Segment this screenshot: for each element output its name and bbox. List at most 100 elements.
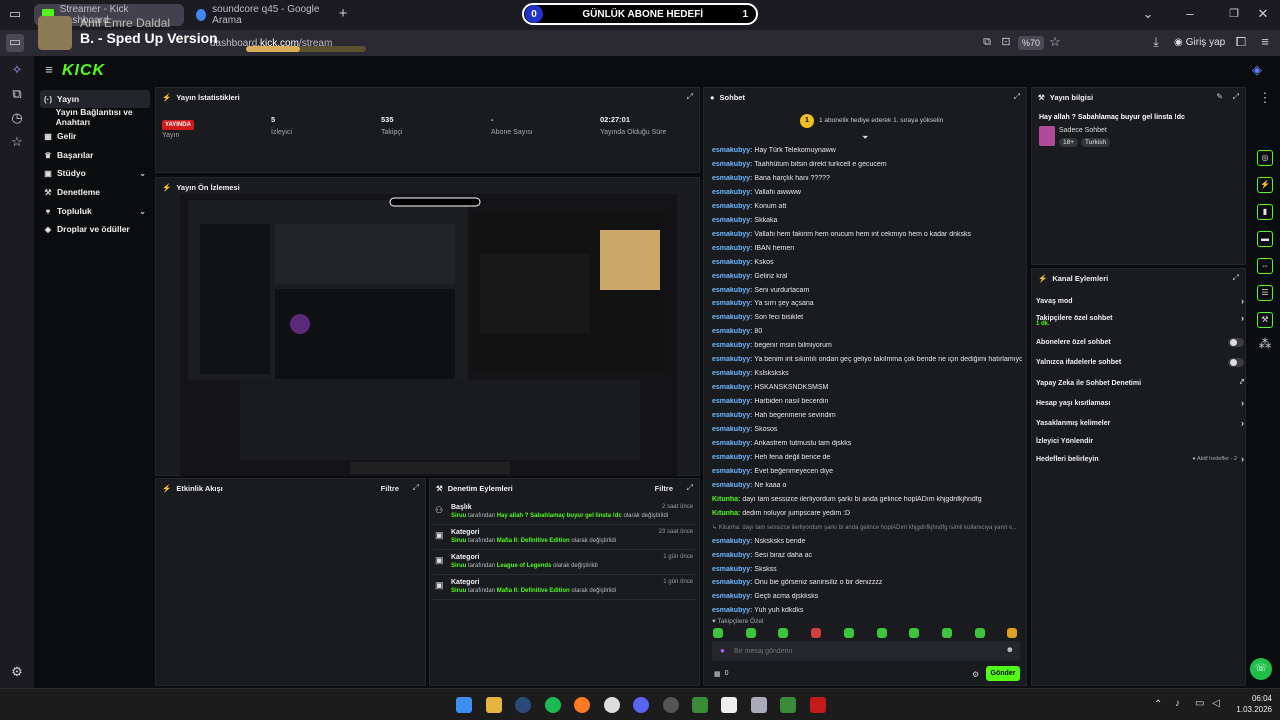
chat-username[interactable]: esmakubyy: — [712, 259, 752, 266]
chat-message[interactable]: esmakubyy: Nsksksks bende — [712, 538, 1022, 545]
chat-username[interactable]: esmakubyy: — [712, 175, 752, 182]
chat-username[interactable]: esmakubyy: — [712, 454, 752, 461]
chat-username[interactable]: esmakubyy: — [712, 468, 752, 475]
emote-icon[interactable] — [713, 628, 723, 638]
chat-input-box[interactable]: ● ☻ — [712, 641, 1020, 661]
chat-username[interactable]: esmakubyy: — [712, 314, 752, 321]
sidebar-item-gelir[interactable]: ▦ Gelir — [40, 127, 150, 145]
chat-username[interactable]: esmakubyy: — [712, 217, 752, 224]
chat-message[interactable]: esmakubyy: Hah begenmene sevindim — [712, 412, 1022, 419]
close-window-icon[interactable]: ✕ — [1254, 6, 1272, 24]
expand-icon[interactable]: ⤢ — [1014, 92, 1020, 102]
sidebar-item-yayin[interactable]: (·) Yayın — [40, 90, 150, 108]
more-vertical-icon[interactable]: ⋮ — [1256, 90, 1274, 108]
chat-message[interactable]: esmakubyy: Taahhütum bitsin direkt turkc… — [712, 161, 1022, 168]
chat-message[interactable]: esmakubyy: Sesi biraz daha ac — [712, 552, 1022, 559]
chat-username[interactable]: esmakubyy: — [712, 245, 752, 252]
chat-username[interactable]: esmakubyy: — [712, 440, 752, 447]
tray-overflow-icon[interactable]: ⌃ — [1154, 699, 1162, 710]
chat-message[interactable]: esmakubyy: Skskss — [712, 566, 1022, 573]
chat-message[interactable]: esmakubyy: Onu bie görseniz sanirisiliz … — [712, 579, 1022, 586]
sidebar-item-droplar[interactable]: ◆ Droplar ve ödüller — [40, 220, 150, 238]
chat-username[interactable]: Kitunha: — [712, 510, 740, 517]
kick-app-icon[interactable] — [692, 697, 708, 713]
profile-avatar-icon[interactable]: ◈ — [1248, 62, 1266, 80]
chat-message[interactable]: esmakubyy: Heh fena değil bence de — [712, 454, 1022, 461]
chat-username[interactable]: esmakubyy: — [712, 161, 752, 168]
chat-message[interactable]: esmakubyy: Ya sırrı şey açsana — [712, 300, 1022, 307]
toggle-switch[interactable] — [1228, 357, 1244, 367]
ai-sparkle-icon[interactable]: ✧ — [8, 62, 26, 80]
emote-icon[interactable] — [745, 628, 756, 638]
expand-icon[interactable]: ⤢ — [687, 92, 693, 102]
emote-icon[interactable] — [941, 628, 952, 638]
screenshot-icon[interactable]: ⊡ — [997, 34, 1015, 52]
chat-message[interactable]: esmakubyy: Ne kaaa o — [712, 482, 1022, 489]
activity-filter-button[interactable]: Filtre — [381, 484, 399, 493]
quick-action-raid-icon[interactable]: ◎ — [1257, 150, 1273, 166]
chat-message[interactable]: esmakubyy: Kslsksksks — [712, 370, 1022, 377]
kick-logo[interactable]: KICK — [62, 62, 105, 80]
send-button[interactable]: Gönder — [986, 666, 1020, 681]
steam-icon[interactable] — [515, 697, 531, 713]
add-quick-action-icon[interactable]: ⁂ — [1256, 336, 1274, 354]
mic-icon[interactable]: ● — [720, 646, 725, 655]
discord-icon[interactable] — [633, 697, 649, 713]
chat-username[interactable]: esmakubyy: — [712, 370, 752, 377]
chat-message-input[interactable] — [734, 644, 994, 658]
emoji-icon[interactable]: ☻ — [1006, 645, 1014, 654]
chat-message[interactable]: esmakubyy: Son feci bisiklet — [712, 314, 1022, 321]
chat-message[interactable]: esmakubyy: Bana harçlık hani ????? — [712, 175, 1022, 182]
mod-entry-user[interactable]: Siruu — [451, 563, 466, 569]
game-icon[interactable] — [810, 697, 826, 713]
picture-in-picture-icon[interactable]: ⧉ — [978, 34, 996, 52]
chat-username[interactable]: esmakubyy: — [712, 538, 752, 545]
channel-action-row[interactable]: Yasaklanmış kelimeler › — [1036, 418, 1244, 428]
chat-username[interactable]: esmakubyy: — [712, 398, 752, 405]
chat-username[interactable]: esmakubyy: — [712, 384, 752, 391]
chat-username[interactable]: esmakubyy: — [712, 147, 752, 154]
file-explorer-icon[interactable] — [486, 697, 502, 713]
chat-message[interactable]: esmakubyy: Skosos — [712, 426, 1022, 433]
modlog-filter-button[interactable]: Filtre — [655, 484, 673, 493]
chat-username[interactable]: esmakubyy: — [712, 287, 752, 294]
chat-username[interactable]: esmakubyy: — [712, 189, 752, 196]
chat-username[interactable]: esmakubyy: — [712, 566, 752, 573]
tab-list-icon[interactable]: ▭ — [6, 6, 24, 24]
start-menu-icon[interactable] — [456, 697, 472, 713]
chat-message[interactable]: esmakubyy: Harbiden nasıl becerdin — [712, 398, 1022, 405]
bookmark-star-icon[interactable]: ☆ — [1046, 34, 1064, 52]
emote-icon[interactable] — [909, 628, 920, 638]
chat-message[interactable]: esmakubyy: Hay Türk Telekomuynaww — [712, 147, 1022, 154]
channel-action-row[interactable]: Abonelere özel sohbet — [1036, 337, 1244, 347]
downloads-icon[interactable]: ⤓ — [1147, 34, 1165, 52]
volume-icon[interactable]: ◁ — [1212, 698, 1220, 709]
channel-action-row[interactable]: İzleyici Yönlendir — [1036, 436, 1244, 446]
chat-username[interactable]: esmakubyy: — [712, 552, 752, 559]
chat-username[interactable]: esmakubyy: — [712, 482, 752, 489]
display-icon[interactable]: ▭ — [1195, 698, 1204, 709]
zoom-level[interactable]: %70 — [1018, 36, 1045, 50]
channel-action-row[interactable]: Yalnızca ifadelerle sohbet — [1036, 357, 1244, 367]
toggle-switch[interactable] — [1228, 337, 1244, 347]
app-icon[interactable] — [663, 697, 679, 713]
channel-action-row[interactable]: Hedefleri belirleyin ● Aktif hedefler - 2… — [1036, 454, 1244, 464]
obs-icon[interactable] — [604, 697, 620, 713]
channel-action-row[interactable]: Hesap yaşı kısıtlaması › — [1036, 398, 1244, 408]
expand-icon[interactable]: ⤢ — [413, 483, 419, 493]
sidebar-item-topluluk[interactable]: ♥ Topluluk ⌄ — [40, 202, 150, 220]
chat-username[interactable]: esmakubyy: — [712, 203, 752, 210]
chat-username[interactable]: esmakubyy: — [712, 300, 752, 307]
chat-username[interactable]: esmakubyy: — [712, 579, 752, 586]
history-icon[interactable]: ◷ — [8, 110, 26, 128]
bookmarks-icon[interactable]: ☆ — [8, 134, 26, 152]
expand-icon[interactable]: ⤢ — [1233, 92, 1239, 102]
chat-username[interactable]: Kitunha: — [712, 496, 740, 503]
microphone-icon[interactable]: ♪ — [1175, 698, 1180, 709]
edit-pencil-icon[interactable]: ✎ — [1216, 92, 1223, 101]
chat-message[interactable]: Kitunha: dedim noluyor jumpscare yedim :… — [712, 510, 1022, 517]
scroll-down-icon[interactable]: ⏷ — [862, 133, 868, 143]
menu-icon[interactable]: ≡ — [1256, 34, 1274, 52]
firefox-icon[interactable] — [574, 697, 590, 713]
chat-settings-icon[interactable]: ⚙ — [972, 670, 979, 679]
